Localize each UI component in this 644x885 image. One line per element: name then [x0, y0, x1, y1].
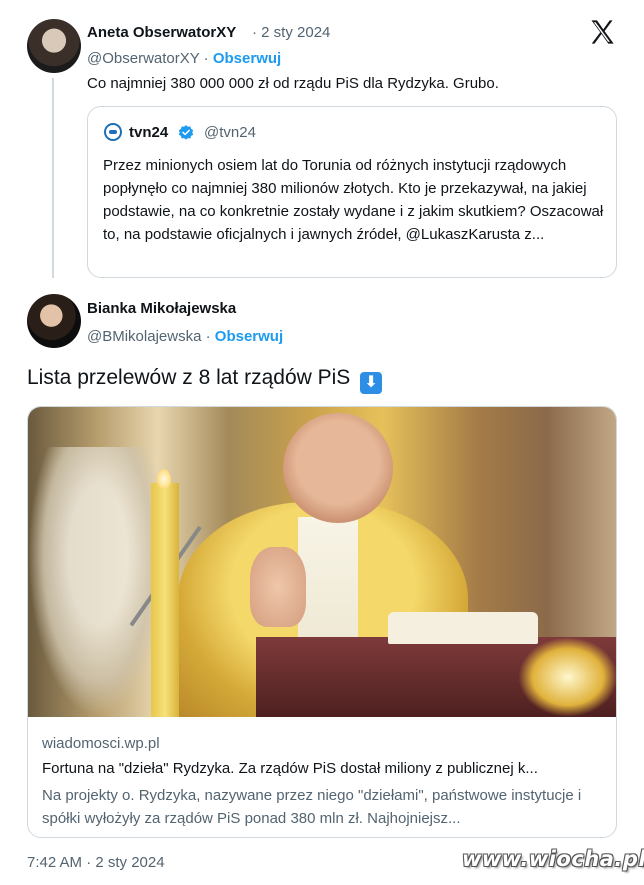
photo-book	[388, 612, 538, 644]
photo-hands	[250, 547, 306, 627]
tweet2-timestamp[interactable]: 7:42 AM · 2 sty 2024	[27, 854, 165, 871]
verified-badge-icon	[178, 125, 194, 140]
x-logo-icon[interactable]	[588, 18, 616, 46]
link-preview-card[interactable]: wiadomosci.wp.pl Fortuna na "dzieła" Ryd…	[27, 406, 617, 838]
follow-button-aneta[interactable]: Obserwuj	[213, 50, 281, 67]
follow-button-bianka[interactable]: Obserwuj	[215, 328, 283, 345]
separator-dot: ·	[252, 24, 257, 41]
article-photo[interactable]	[28, 407, 616, 717]
tweet1-handle-line: @ObserwatorXY · Obserwuj	[87, 50, 281, 67]
separator-dot: ·	[203, 50, 209, 67]
quoted-tweet[interactable]: tvn24 @tvn24 Przez minionych osiem lat d…	[87, 106, 617, 278]
quote-source-name: tvn24	[129, 124, 169, 141]
tweet2-text-line: Lista przelewów z 8 lat rządów PiS ⬇	[27, 366, 383, 394]
handle-aneta[interactable]: @ObserwatorXY	[87, 50, 200, 67]
site-watermark: www.wiocha.pl	[462, 847, 644, 871]
handle-bianka[interactable]: @BMikolajewska	[87, 328, 201, 345]
tweet2-text: Lista przelewów z 8 lat rządów PiS	[27, 366, 351, 389]
photo-candle	[151, 483, 179, 717]
tvn24-logo-icon	[104, 123, 122, 141]
photo-background-figure	[28, 447, 168, 717]
separator-dot: ·	[205, 328, 211, 345]
quote-text: Przez minionych osiem lat do Torunia od …	[103, 157, 604, 243]
tweet1-date[interactable]: 2 sty 2024	[261, 24, 330, 41]
author-name-bianka[interactable]: Bianka Mikołajewska	[87, 300, 236, 317]
thread-connector-line	[52, 78, 54, 278]
avatar-bianka[interactable]	[27, 294, 81, 348]
photo-flame	[157, 469, 171, 489]
link-description: Na projekty o. Rydzyka, nazywane przez n…	[42, 787, 582, 827]
author-name-aneta[interactable]: Aneta ObserwatorXY	[87, 24, 236, 41]
link-title[interactable]: Fortuna na "dzieła" Rydzyka. Za rządów P…	[42, 760, 607, 777]
link-domain: wiadomosci.wp.pl	[42, 735, 160, 752]
tweet1-date-line: · 2 sty 2024	[252, 24, 330, 41]
tweet1-text: Co najmniej 380 000 000 zł od rządu PiS …	[87, 75, 499, 92]
tweet-embed-card: Aneta ObserwatorXY · 2 sty 2024 @Obserwa…	[0, 0, 644, 885]
avatar-aneta[interactable]	[27, 19, 81, 73]
tweet2-handle-line: @BMikolajewska · Obserwuj	[87, 328, 283, 345]
quote-handle: @tvn24	[204, 124, 256, 141]
photo-light	[518, 637, 616, 717]
photo-head	[283, 413, 393, 523]
down-arrow-emoji-icon: ⬇	[360, 372, 383, 394]
